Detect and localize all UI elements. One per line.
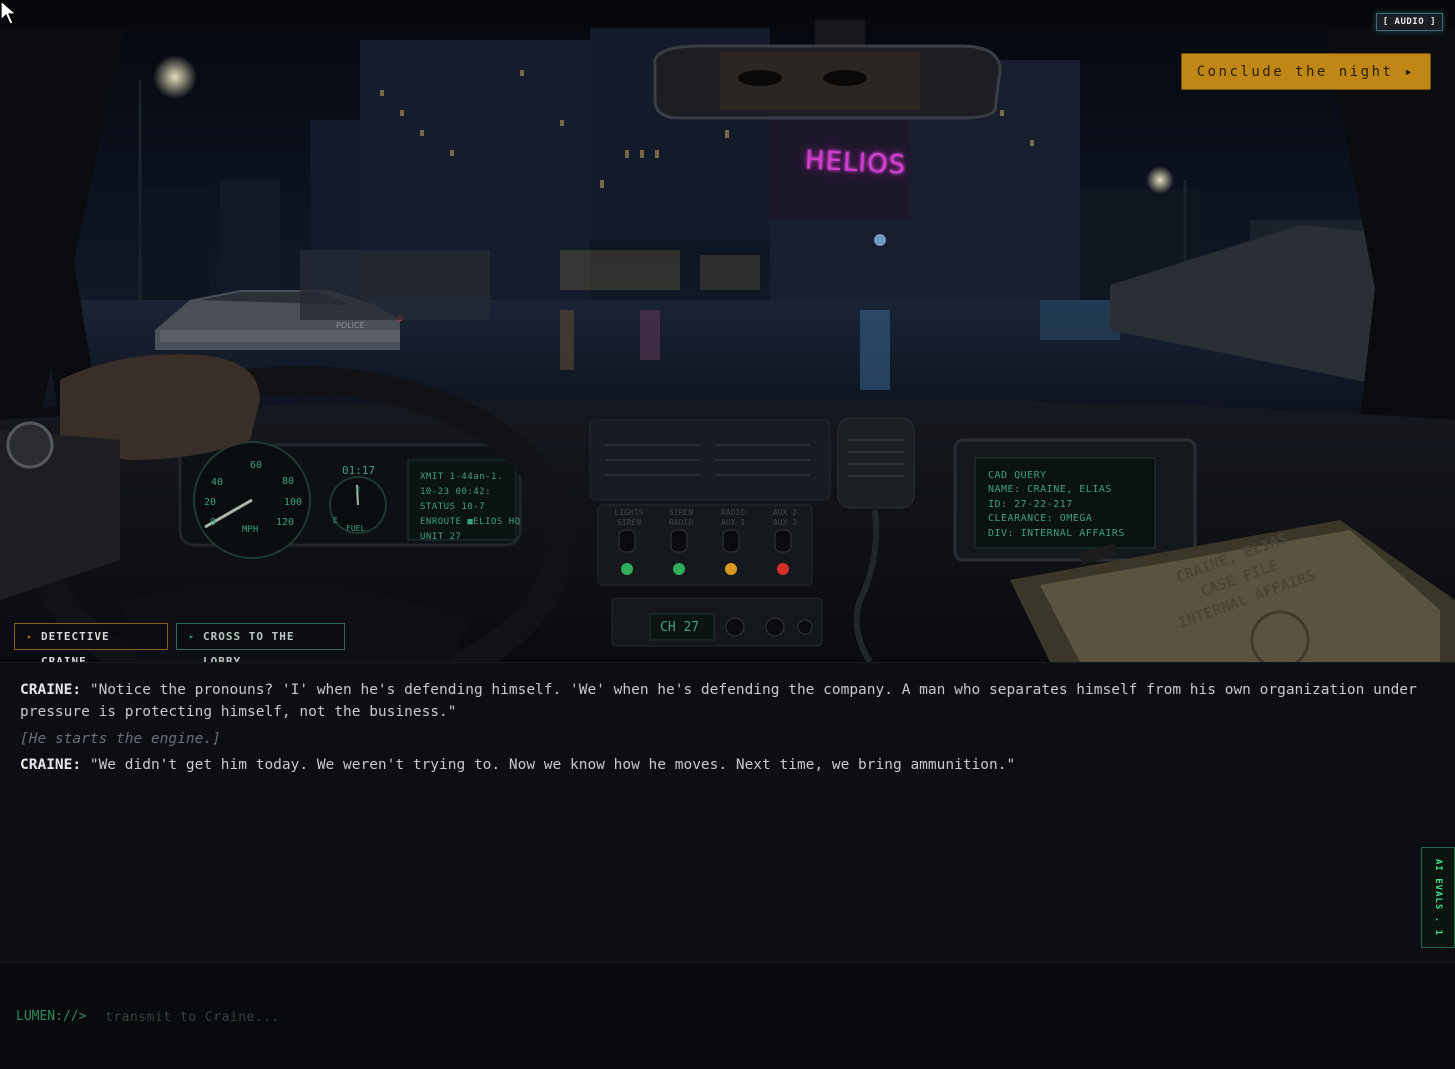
arrow-icon: ▸	[189, 632, 195, 641]
cad-query-screen: CAD QUERY NAME: CRAINE, ELIAS ID: 27-22-…	[988, 469, 1125, 541]
svg-text:SIREN: SIREN	[669, 508, 693, 517]
mdt-line: XMIT 1-44an-1.	[420, 472, 503, 482]
fuel-full: F	[355, 487, 361, 497]
mdt-left-screen: XMIT 1-44an-1. 10-23 00:42: STATUS 10-7 …	[420, 470, 521, 545]
dash-clock: 01:17	[342, 464, 376, 477]
speed-unit: MPH	[242, 525, 259, 535]
svg-text:AUX 1: AUX 1	[721, 518, 745, 527]
audio-toggle-button[interactable]: [ AUDIO ]	[1375, 13, 1443, 31]
police-car-label: POLICE	[336, 321, 365, 330]
cad-line: NAME: CRAINE, ELIAS	[988, 484, 1112, 496]
radio-channel: CH 27	[660, 620, 700, 635]
speed-tick-0: 0	[210, 517, 217, 528]
stage-direction: [He starts the engine.]	[20, 731, 221, 747]
svg-text:AUX 2: AUX 2	[773, 518, 797, 527]
cad-line: DIV: INTERNAL AFFAIRS	[988, 527, 1125, 539]
cad-line: CAD QUERY	[988, 470, 1047, 481]
dialogue-panel: CRAINE: "Notice the pronouns? 'I' when h…	[0, 662, 1455, 962]
conclude-night-button[interactable]: Conclude the night ▸	[1181, 53, 1431, 90]
speed-tick-60: 60	[250, 460, 263, 471]
dialogue-line: CRAINE: "Notice the pronouns? 'I' when h…	[20, 679, 1440, 723]
ai-evals-tab[interactable]: AI EVALS . 1	[1421, 847, 1455, 948]
ai-evals-label: AI EVALS . 1	[1433, 858, 1443, 937]
mdt-line: STATUS 10-7	[420, 502, 486, 512]
speaker-name: CRAINE:	[20, 682, 82, 698]
nav-cross-to-lobby-button[interactable]: ▸ CROSS TO THE LOBBY	[176, 623, 345, 662]
speed-tick-120: 120	[276, 517, 295, 528]
transmit-input[interactable]	[105, 1004, 1425, 1030]
cad-line: ID: 27-22-217	[988, 498, 1073, 510]
game-scene: LIGHTS SIREN SIREN RADIO RADIO AUX 1 AUX 2A…	[0, 0, 1455, 662]
arrow-icon: ▸	[27, 632, 33, 641]
speed-tick-80: 80	[282, 476, 295, 487]
speed-tick-40: 40	[211, 477, 224, 488]
svg-text:RADIO: RADIO	[669, 518, 693, 527]
dialogue-text: "Notice the pronouns? 'I' when he's defe…	[20, 682, 1417, 720]
mdt-line: ENROUTE ■ELIOS HQ	[420, 517, 521, 527]
cad-line: CLEARANCE: OMEGA	[988, 513, 1093, 525]
speed-tick-100: 100	[284, 497, 303, 508]
mdt-line: 10-23 00:42:	[420, 487, 492, 497]
svg-text:RADIO: RADIO	[721, 508, 745, 517]
speaker-name: CRAINE:	[20, 757, 82, 773]
svg-text:LIGHTS: LIGHTS	[615, 508, 644, 517]
fuel-empty: E	[333, 516, 338, 525]
terminal-prompt: LUMEN://>	[16, 1009, 87, 1024]
nav-detective-craine-button[interactable]: ▸ DETECTIVE CRAINE	[14, 623, 168, 662]
svg-text:AUX 2: AUX 2	[773, 508, 797, 517]
speed-tick-20: 20	[204, 497, 217, 508]
dialogue-line: CRAINE: "We didn't get him today. We wer…	[20, 754, 1440, 776]
mdt-line: UNIT 27	[420, 532, 462, 542]
dialogue-text: "We didn't get him today. We weren't try…	[89, 757, 1016, 773]
svg-text:SIREN: SIREN	[617, 518, 641, 527]
helios-sign: HELIOS	[804, 145, 907, 181]
fuel-label: FUEL	[346, 524, 366, 533]
